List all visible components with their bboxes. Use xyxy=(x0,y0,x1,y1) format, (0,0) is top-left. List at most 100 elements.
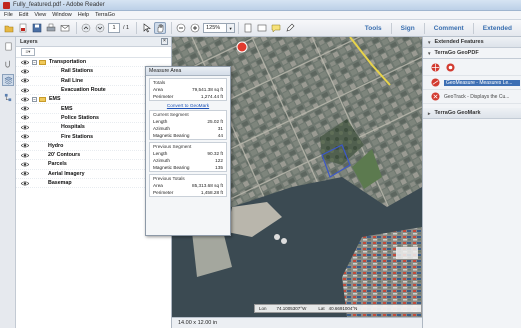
menu-help[interactable]: Help xyxy=(78,12,89,18)
extended-features-header[interactable]: ▼ Extended Features xyxy=(423,37,521,48)
save-button[interactable] xyxy=(31,22,43,34)
pages-panel-button[interactable] xyxy=(2,40,14,52)
zoom-out-button[interactable] xyxy=(175,22,187,34)
tab-tools[interactable]: Tools xyxy=(356,25,391,32)
eye-icon[interactable] xyxy=(21,180,29,186)
attachments-panel-button[interactable] xyxy=(2,57,14,69)
eye-icon[interactable] xyxy=(21,162,29,167)
totals-heading: Totals xyxy=(153,80,166,85)
layers-panel-title: Layers xyxy=(20,38,38,45)
hand-tool-button[interactable] xyxy=(154,22,167,34)
menu-terrago[interactable]: TerraGo xyxy=(95,12,115,18)
collapse-icon[interactable]: − xyxy=(32,59,37,65)
comment-button[interactable] xyxy=(270,22,282,34)
current-length-value: 25.02 ft xyxy=(207,119,223,124)
previous-azimuth-value: 122 xyxy=(215,158,223,163)
lat-value: 40.6691004°N xyxy=(328,306,358,311)
terrago-geopdf-title: TerraGo GeoPDF xyxy=(434,50,479,56)
eye-icon[interactable] xyxy=(21,97,29,102)
eye-icon[interactable] xyxy=(21,125,29,130)
area-label: Area xyxy=(153,183,163,188)
eye-icon[interactable] xyxy=(21,171,29,176)
window-title: Fully_featured.pdf - Adobe Reader xyxy=(13,2,105,8)
eye-icon[interactable] xyxy=(21,60,29,65)
geotrack-label: GeoTrack - Displays the Cu... xyxy=(444,93,510,100)
navigation-pane-strip xyxy=(0,37,16,328)
extended-tools-panel: ▼ Extended Features ▼ TerraGo GeoPDF Geo… xyxy=(422,37,521,328)
zoom-level-input[interactable]: 125% xyxy=(203,23,228,33)
layer-label: EMS xyxy=(49,96,61,103)
create-button[interactable] xyxy=(17,22,29,34)
totals-section: Totals Area 79,541.38 sq ft Perimeter 1,27… xyxy=(149,78,227,101)
terrago-geomark-header[interactable]: ► TerraGo GeoMark xyxy=(423,108,521,119)
collapse-icon[interactable]: − xyxy=(32,96,37,102)
minus-circle-icon xyxy=(176,23,186,33)
eye-icon[interactable] xyxy=(21,78,29,83)
extended-features-title: Extended Features xyxy=(434,39,484,45)
folder-icon xyxy=(39,59,46,65)
zoom-dropdown[interactable]: ▼ xyxy=(227,23,236,33)
azimuth-label: Azimuth xyxy=(153,126,170,131)
lat-label: Lat xyxy=(318,306,325,311)
tab-sign[interactable]: Sign xyxy=(392,25,424,32)
select-tool-button[interactable] xyxy=(140,22,152,34)
menu-view[interactable]: View xyxy=(34,12,46,18)
previous-perimeter-value: 1,458.28 ft xyxy=(200,190,223,195)
eye-icon[interactable] xyxy=(21,69,29,74)
lon-value: 74.1005307°W xyxy=(276,306,307,311)
eye-icon[interactable] xyxy=(21,153,29,158)
zoom-in-button[interactable] xyxy=(189,22,201,34)
toolbar-separator xyxy=(171,22,173,34)
page-number-input[interactable]: 1 xyxy=(108,23,120,33)
eye-icon[interactable] xyxy=(21,134,29,139)
layer-label: Hospitals xyxy=(61,124,85,131)
measure-dialog-title[interactable]: Measure Area xyxy=(146,67,230,76)
model-tree-button[interactable] xyxy=(2,91,14,103)
plus-circle-icon xyxy=(190,23,200,33)
fit-width-button[interactable] xyxy=(256,22,268,34)
page-thumbnails-icon xyxy=(5,42,11,50)
eye-icon[interactable] xyxy=(21,87,29,93)
menu-file[interactable]: File xyxy=(4,12,13,18)
sign-button[interactable] xyxy=(284,22,296,34)
previous-segment-heading: Previous Segment xyxy=(153,144,192,149)
print-button[interactable] xyxy=(45,22,57,34)
eye-icon[interactable] xyxy=(21,115,29,120)
eye-icon[interactable] xyxy=(21,106,29,111)
current-magnetic-value: 44 xyxy=(217,133,223,138)
email-button[interactable] xyxy=(59,22,71,34)
adobe-reader-icon xyxy=(3,1,10,9)
printer-icon xyxy=(46,23,56,32)
layers-panel-header: Layers × xyxy=(16,37,171,47)
menu-edit[interactable]: Edit xyxy=(19,12,28,18)
layers-options-dropdown[interactable]: ≡▾ xyxy=(21,48,35,56)
cursor-arrow-icon xyxy=(143,23,152,33)
terrago-geopdf-header[interactable]: ▼ TerraGo GeoPDF xyxy=(423,48,521,59)
azimuth-label: Azimuth xyxy=(153,158,170,163)
layers-panel-button[interactable] xyxy=(2,74,14,86)
menu-bar: File Edit View Window Help TerraGo xyxy=(0,11,521,20)
terrago-globe-icon[interactable] xyxy=(431,62,440,72)
tab-comment[interactable]: Comment xyxy=(425,25,473,32)
close-icon[interactable]: × xyxy=(161,38,168,45)
prev-page-button[interactable] xyxy=(80,22,92,34)
toolbar-separator xyxy=(76,22,77,34)
map-marker-icon[interactable] xyxy=(236,41,248,53)
fit-page-button[interactable] xyxy=(242,22,254,34)
geotrack-tool[interactable]: GeoTrack - Displays the Cu... xyxy=(423,90,521,104)
convert-to-geomark-link[interactable]: Convert to GeoMark xyxy=(146,103,230,108)
layer-label: Aerial Imagery xyxy=(48,170,85,177)
tab-extended[interactable]: Extended xyxy=(474,25,521,32)
page-total: / 1 xyxy=(123,25,130,31)
next-page-button[interactable] xyxy=(94,22,106,34)
hand-icon xyxy=(157,24,164,33)
status-bar: 14.00 x 12.00 in xyxy=(172,317,422,328)
geomeasure-tool[interactable]: GeoMeasure - Measures Le... xyxy=(423,76,521,90)
speech-bubble-icon xyxy=(271,24,281,33)
geotrack-icon xyxy=(431,92,440,101)
open-button[interactable] xyxy=(3,22,15,34)
terrago-locate-icon[interactable] xyxy=(446,62,455,72)
menu-window[interactable]: Window xyxy=(52,12,72,18)
area-value: 79,541.38 sq ft xyxy=(191,87,223,92)
eye-icon[interactable] xyxy=(21,143,29,148)
